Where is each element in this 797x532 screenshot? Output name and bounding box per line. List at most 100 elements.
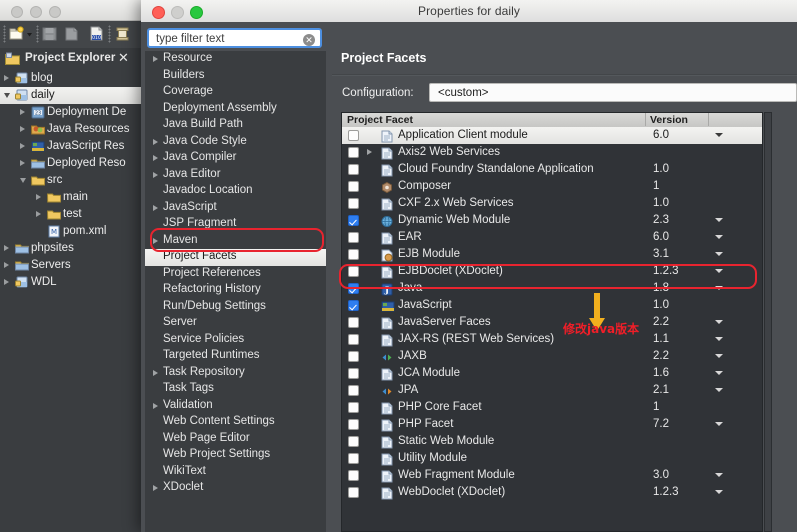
chevron-down-icon[interactable] [715,133,723,137]
project-explorer-tree[interactable]: blog daily 23 Deployment De Java Resources Ja… [0,70,145,532]
nav-item-run-debug-settings[interactable]: Run/Debug Settings [145,299,326,316]
toolbar-grip-2[interactable] [36,25,39,43]
facet-row[interactable]: EAR 6.0 [342,229,762,246]
chevron-down-icon[interactable] [715,371,723,375]
nav-item-javascript[interactable]: JavaScript [145,200,326,217]
column-header-version[interactable]: Version [650,114,688,126]
chevron-down-icon[interactable] [715,252,723,256]
project-tree-item[interactable]: phpsites [0,240,145,257]
facet-checkbox[interactable] [348,249,359,260]
close-icon[interactable]: ✕ [118,51,129,65]
nav-item-java-code-style[interactable]: Java Code Style [145,134,326,151]
facet-checkbox[interactable] [348,147,359,158]
chevron-down-icon[interactable] [715,286,723,290]
chevron-right-icon[interactable] [4,262,9,268]
project-tree-item[interactable]: JavaScript Res [0,138,145,155]
facet-checkbox[interactable] [348,215,359,226]
nav-item-javadoc-location[interactable]: Javadoc Location [145,183,326,200]
chevron-right-icon[interactable] [153,237,158,244]
chevron-right-icon[interactable] [153,485,158,491]
column-header-project-facet[interactable]: Project Facet [347,114,413,126]
facet-checkbox[interactable] [348,470,359,481]
facets-table-scrollbar[interactable] [764,112,772,532]
toolbar-grip-3[interactable] [108,25,111,43]
chevron-right-icon[interactable] [4,245,9,251]
facet-checkbox[interactable] [348,164,359,175]
facet-row[interactable]: JavaScript 1.0 [342,297,762,314]
facets-table-body[interactable]: Application Client module 6.0 Axis2 Web Se… [342,127,762,531]
project-tree-item[interactable]: Servers [0,257,145,274]
facet-checkbox[interactable] [348,453,359,464]
nav-item-builders[interactable]: Builders [145,68,326,85]
print-icon[interactable]: 010 [88,26,105,42]
facet-row[interactable]: Cloud Foundry Standalone Application 1.0 [342,161,762,178]
chevron-right-icon[interactable] [20,109,25,115]
project-tree-item[interactable]: WDL [0,274,145,291]
chevron-down-icon[interactable] [4,93,10,98]
facet-checkbox[interactable] [348,436,359,447]
nav-item-wikitext[interactable]: WikiText [145,464,326,481]
chevron-right-icon[interactable] [153,138,158,145]
facet-checkbox[interactable] [348,300,359,311]
chevron-right-icon[interactable] [36,194,41,200]
facet-checkbox[interactable] [348,419,359,430]
column-divider-2[interactable] [708,113,709,126]
chevron-right-icon[interactable] [20,143,25,149]
chevron-down-icon[interactable] [20,178,26,183]
nav-item-xdoclet[interactable]: XDoclet [145,480,326,497]
nav-item-deployment-assembly[interactable]: Deployment Assembly [145,101,326,118]
facet-row[interactable]: JPA 2.1 [342,382,762,399]
facet-checkbox[interactable] [348,317,359,328]
facet-row[interactable]: Composer 1 [342,178,762,195]
new-wizard-dropdown-icon[interactable] [26,26,33,42]
chevron-right-icon[interactable] [4,75,9,81]
nav-item-task-repository[interactable]: Task Repository [145,365,326,382]
chevron-down-icon[interactable] [715,354,723,358]
nav-item-maven[interactable]: Maven [145,233,326,250]
facet-checkbox[interactable] [348,334,359,345]
nav-item-project-facets[interactable]: Project Facets [145,249,326,266]
project-tree-item[interactable]: Java Resources [0,121,145,138]
facet-row[interactable]: J Java 1.8 [342,280,762,297]
nav-item-resource[interactable]: Resource [145,51,326,68]
facet-row[interactable]: Application Client module 6.0 [342,127,762,144]
facet-row[interactable]: Web Fragment Module 3.0 [342,467,762,484]
facet-row[interactable]: PHP Facet 7.2 [342,416,762,433]
chevron-down-icon[interactable] [715,337,723,341]
save-icon[interactable] [41,26,58,42]
save-all-icon[interactable] [63,26,80,42]
toolbar-grip[interactable] [3,25,6,43]
nav-item-task-tags[interactable]: Task Tags [145,381,326,398]
facet-row[interactable]: Dynamic Web Module 2.3 [342,212,762,229]
nav-item-coverage[interactable]: Coverage [145,84,326,101]
ide-minimize-button[interactable] [30,6,42,18]
facet-checkbox[interactable] [348,198,359,209]
facet-row[interactable]: Static Web Module [342,433,762,450]
filter-input[interactable]: type filter text ✕ [147,28,322,48]
ide-zoom-button[interactable] [49,6,61,18]
project-tree-item[interactable]: 23 Deployment De [0,104,145,121]
dialog-nav-list[interactable]: Resource Builders Coverage Deployment Assem… [145,51,326,532]
facet-checkbox[interactable] [348,385,359,396]
clear-icon[interactable]: ✕ [303,34,315,46]
project-tree-item[interactable]: test [0,206,145,223]
chevron-down-icon[interactable] [715,269,723,273]
project-tree-item[interactable]: Mpom.xml [0,223,145,240]
chevron-right-icon[interactable] [153,171,158,178]
project-tree-item[interactable]: main [0,189,145,206]
chevron-right-icon[interactable] [153,204,158,211]
chevron-right-icon[interactable] [153,369,158,376]
chevron-down-icon[interactable] [715,422,723,426]
nav-item-java-build-path[interactable]: Java Build Path [145,117,326,134]
facet-row[interactable]: Utility Module [342,450,762,467]
nav-item-service-policies[interactable]: Service Policies [145,332,326,349]
chevron-right-icon[interactable] [36,211,41,217]
chevron-down-icon[interactable] [715,320,723,324]
nav-item-refactoring-history[interactable]: Refactoring History [145,282,326,299]
chevron-down-icon[interactable] [715,235,723,239]
chevron-right-icon[interactable] [153,56,158,62]
nav-item-web-page-editor[interactable]: Web Page Editor [145,431,326,448]
chevron-right-icon[interactable] [20,126,25,132]
project-tree-item[interactable]: Deployed Reso [0,155,145,172]
chevron-down-icon[interactable] [715,388,723,392]
